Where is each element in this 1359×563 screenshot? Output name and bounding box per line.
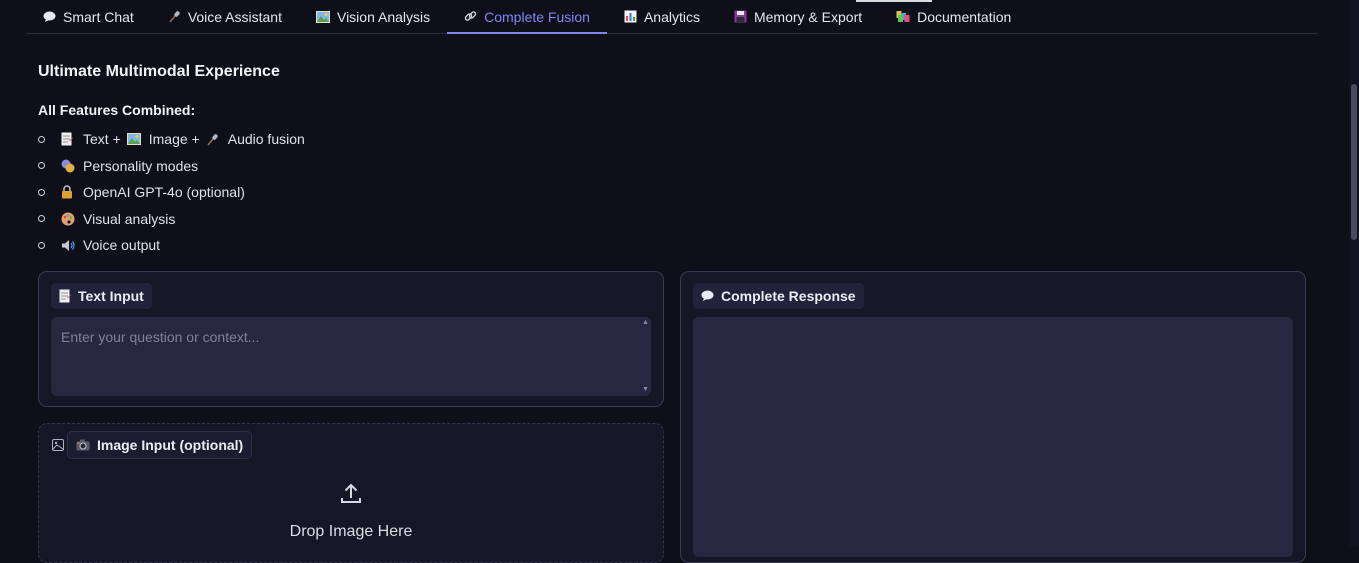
upload-icon [339,482,363,511]
tab-label: Analytics [643,8,700,25]
bullet [38,188,45,196]
tab-smart-chat[interactable]: Smart Chat [26,0,151,33]
response-label-text: Complete Response [721,288,856,304]
camera-icon [76,439,90,451]
response-output[interactable] [693,317,1293,557]
theater-masks-icon [61,159,77,173]
tab-complete-fusion[interactable]: Complete Fusion [447,0,607,34]
list-item: Text + Image + Audio fusion [38,126,305,153]
memo-icon [59,289,71,303]
text-input-label: Text Input [51,283,152,309]
image-drop-zone[interactable]: Drop Image Here [39,482,663,541]
tab-vision-analysis[interactable]: Vision Analysis [299,0,447,33]
image-input-label: Image Input (optional) [67,431,253,459]
list-item: OpenAI GPT-4o (optional) [38,179,305,206]
feature-text-part: Text + [83,131,121,148]
text-input-label-text: Text Input [78,288,144,304]
feature-text: Personality modes [83,157,199,174]
feature-text: Visual analysis [83,210,176,227]
tab-label: Vision Analysis [336,8,431,25]
response-label: Complete Response [693,283,864,309]
tab-bar: Smart Chat Voice Assistant Vision Analys… [26,0,1318,34]
tab-documentation[interactable]: Documentation [879,0,1028,33]
list-item: Voice output [38,232,305,259]
text-input-panel: Text Input ▲ ▼ [38,271,664,407]
books-icon [896,10,910,23]
tab-label: Voice Assistant [187,8,282,25]
page-scrollbar[interactable] [1349,0,1359,547]
drop-image-text: Drop Image Here [289,523,413,540]
tab-analytics[interactable]: Analytics [607,0,717,33]
response-panel: Complete Response [680,271,1306,563]
speaker-icon [61,239,77,252]
tab-label: Memory & Export [753,8,863,25]
bullet [38,241,45,249]
feature-text-part: Image + [148,131,200,148]
speech-bubble-icon [701,290,714,302]
scrollbar-thumb[interactable] [1351,84,1357,240]
picture-icon [315,10,330,23]
bullet [38,215,45,223]
picture-icon [126,133,143,146]
tab-memory-export[interactable]: Memory & Export [717,0,879,33]
list-item: Visual analysis [38,206,305,233]
tab-voice-assistant[interactable]: Voice Assistant [151,0,299,33]
speech-bubble-icon [43,11,56,23]
scroll-up-arrow[interactable]: ▲ [642,319,649,326]
image-input-label-text: Image Input (optional) [97,437,244,453]
floppy-disk-icon [734,10,747,23]
image-icon [52,438,64,456]
palette-icon [61,212,77,226]
microphone-icon [168,10,181,23]
list-item: Personality modes [38,153,305,180]
tab-label: Documentation [917,8,1012,25]
features-list: Text + Image + Audio fusion Personality … [38,126,305,259]
page-title: Ultimate Multimodal Experience [38,63,280,80]
tab-label: Smart Chat [63,8,134,25]
lock-icon [61,185,77,199]
features-title: All Features Combined: [38,102,196,118]
bullet [38,162,45,170]
memo-icon [61,132,77,146]
image-input-panel[interactable]: Image Input (optional) Drop Image Here [38,423,664,563]
feature-text-part: Audio fusion [227,131,305,148]
text-input-field[interactable] [51,317,651,396]
microphone-icon [206,133,222,146]
feature-text: OpenAI GPT-4o (optional) [83,184,245,201]
feature-text: Voice output [83,237,161,254]
scroll-down-arrow[interactable]: ▼ [642,386,649,393]
tab-label: Complete Fusion [484,8,590,25]
bar-chart-icon [624,10,637,23]
bullet [38,135,45,143]
link-icon [464,10,477,23]
